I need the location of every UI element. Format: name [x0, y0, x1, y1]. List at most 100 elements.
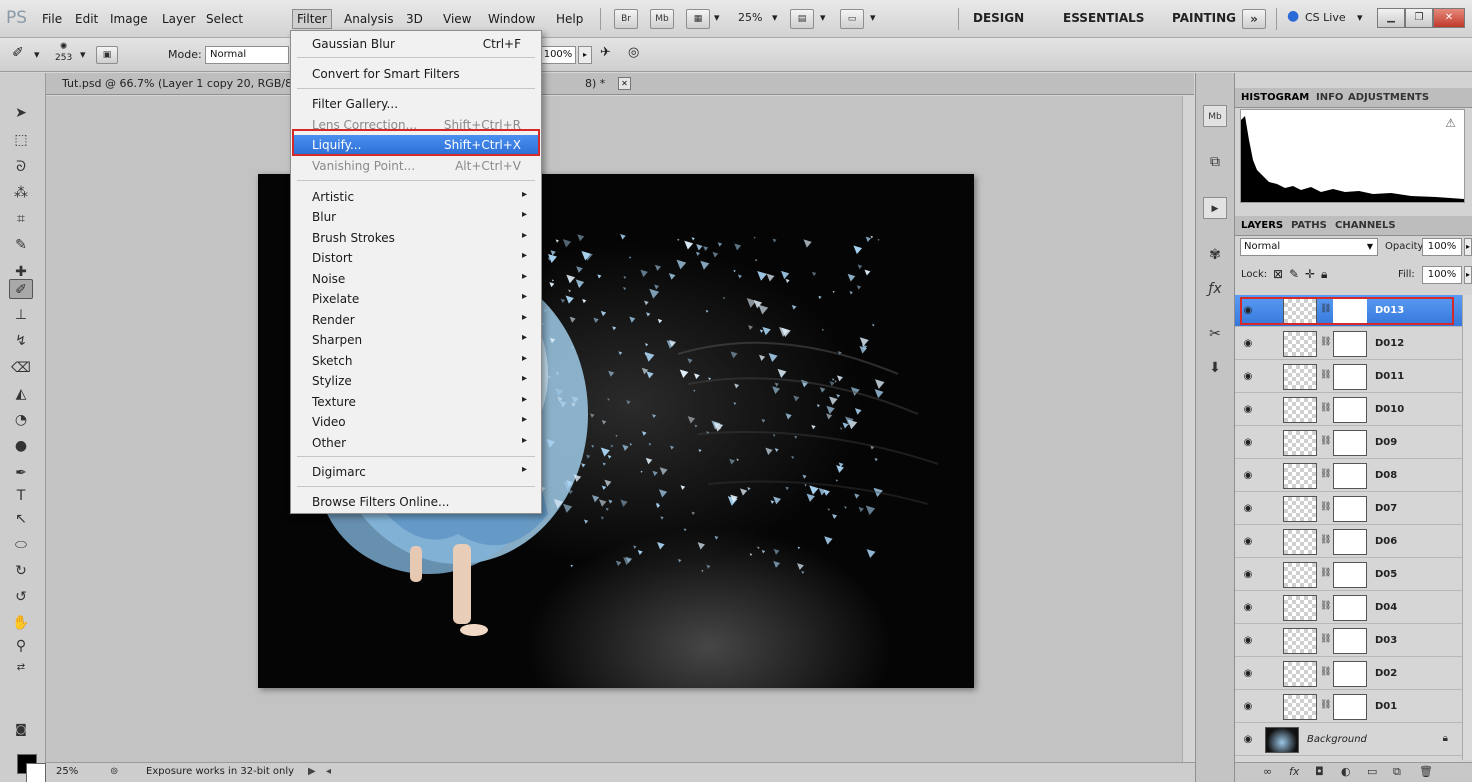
menu-item-filter-gallery[interactable]: Filter Gallery... — [293, 94, 539, 114]
workspace-essentials[interactable]: ESSENTIALS — [1063, 11, 1144, 25]
chain-link-icon[interactable]: ⛓ — [1320, 700, 1331, 710]
crop-tool-icon[interactable]: ⌗ — [9, 209, 33, 229]
adjustment-layer-icon[interactable]: ◐ — [1341, 765, 1351, 778]
layer-mask-thumbnail[interactable] — [1333, 661, 1367, 687]
swap-colors-icon[interactable]: ⇄ — [9, 658, 33, 678]
new-layer-icon[interactable]: ⧉ — [1393, 765, 1401, 779]
view-extras-dropdown-icon[interactable]: ▾ — [714, 11, 720, 24]
arrange-dropdown-icon[interactable]: ▾ — [820, 11, 826, 24]
layer-mask-thumbnail[interactable] — [1333, 463, 1367, 489]
layer-row-d01[interactable]: ◉ ⛓ D01 — [1235, 691, 1462, 723]
restore-button[interactable]: ❐ — [1405, 8, 1433, 28]
eye-icon[interactable]: ◉ — [1241, 733, 1255, 747]
add-mask-icon[interactable]: ◘ — [1315, 765, 1324, 778]
eye-icon[interactable]: ◉ — [1241, 370, 1255, 384]
chain-link-icon[interactable]: ⛓ — [1320, 370, 1331, 380]
lock-image-icon[interactable]: ✎ — [1289, 267, 1299, 281]
pen-tool-icon[interactable]: ✒ — [9, 463, 33, 483]
layer-row-d05[interactable]: ◉ ⛓ D05 — [1235, 559, 1462, 591]
chain-link-icon[interactable]: ⛓ — [1320, 436, 1331, 446]
tab-channels[interactable]: CHANNELS — [1335, 220, 1396, 231]
layer-row-d07[interactable]: ◉ ⛓ D07 — [1235, 493, 1462, 525]
menu-item-video[interactable]: Video ▸ — [293, 412, 539, 432]
clone-source-panel-icon[interactable]: ⬇ — [1203, 357, 1227, 379]
layer-mask-thumbnail[interactable] — [1333, 529, 1367, 555]
menu-item-distort[interactable]: Distort ▸ — [293, 248, 539, 268]
tab-layers[interactable]: LAYERS — [1241, 220, 1283, 231]
eye-icon[interactable]: ◉ — [1241, 535, 1255, 549]
menu-item-texture[interactable]: Texture ▸ — [293, 392, 539, 412]
menu-file[interactable]: File — [38, 11, 66, 27]
marquee-tool-icon[interactable]: ⬚ — [9, 130, 33, 150]
brush-size-picker[interactable]: ✺ 253 — [55, 42, 72, 64]
cs-live-button[interactable]: CS Live — [1305, 11, 1346, 24]
layer-row-d012[interactable]: ◉ ⛓ D012 — [1235, 328, 1462, 360]
layer-row-background[interactable]: ◉ Background 🔒︎ — [1235, 724, 1462, 756]
opacity-field[interactable]: 100% — [1422, 238, 1462, 256]
menu-help[interactable]: Help — [552, 11, 587, 27]
eye-icon[interactable]: ◉ — [1241, 337, 1255, 351]
chain-link-icon[interactable]: ⛓ — [1320, 535, 1331, 545]
type-tool-icon[interactable]: T — [9, 486, 33, 506]
styles-panel-icon[interactable]: ƒx — [1203, 278, 1227, 300]
eye-icon[interactable]: ◉ — [1241, 403, 1255, 417]
layer-row-d011[interactable]: ◉ ⛓ D011 — [1235, 361, 1462, 393]
eye-icon[interactable]: ◉ — [1241, 568, 1255, 582]
layers-scrollbar[interactable] — [1462, 295, 1472, 760]
opacity-stepper[interactable]: ▸ — [1464, 238, 1472, 256]
tab-paths[interactable]: PATHS — [1291, 220, 1327, 231]
workspace-design[interactable]: DESIGN — [973, 11, 1024, 25]
status-zoom-field[interactable]: 25% — [56, 766, 78, 777]
layer-style-icon[interactable]: fx — [1289, 765, 1299, 778]
brush-tool-preset-icon[interactable]: ✐ — [12, 45, 24, 61]
menu-filter[interactable]: Filter — [292, 9, 332, 29]
layer-row-d06[interactable]: ◉ ⛓ D06 — [1235, 526, 1462, 558]
layer-mask-thumbnail[interactable] — [1333, 628, 1367, 654]
eye-icon[interactable]: ◉ — [1241, 601, 1255, 615]
document-close-icon[interactable]: ✕ — [618, 77, 631, 90]
delete-layer-icon[interactable]: 🗑︎ — [1419, 765, 1433, 778]
flow-field[interactable]: 100% — [540, 46, 576, 64]
tablet-pressure-icon[interactable]: ◎ — [628, 45, 639, 60]
chain-link-icon[interactable]: ⛓ — [1320, 601, 1331, 611]
move-tool-icon[interactable]: ➤ — [9, 103, 33, 123]
quick-mask-icon[interactable]: ◙ — [9, 719, 33, 739]
mode-select[interactable]: Normal — [205, 46, 289, 64]
layer-row-d010[interactable]: ◉ ⛓ D010 — [1235, 394, 1462, 426]
layer-row-d04[interactable]: ◉ ⛓ D04 — [1235, 592, 1462, 624]
menu-item-sharpen[interactable]: Sharpen ▸ — [293, 330, 539, 350]
close-window-button[interactable]: ✕ — [1433, 8, 1465, 28]
zoom-level-select[interactable]: 25% — [738, 11, 762, 24]
chain-link-icon[interactable]: ⛓ — [1320, 667, 1331, 677]
workspace-painting[interactable]: PAINTING — [1172, 11, 1236, 25]
menu-item-pixelate[interactable]: Pixelate ▸ — [293, 289, 539, 309]
layer-mask-thumbnail[interactable] — [1333, 364, 1367, 390]
flow-stepper-button[interactable]: ▸ — [578, 46, 592, 64]
tool-presets-panel-icon[interactable]: ✂ — [1203, 323, 1227, 345]
eye-icon[interactable]: ◉ — [1241, 667, 1255, 681]
history-brush-tool-icon[interactable]: ↯ — [9, 331, 33, 351]
quick-selection-tool-icon[interactable]: ⁂ — [9, 183, 33, 203]
document-tab[interactable]: Tut.psd @ 66.7% (Layer 1 copy 20, RGB/8 … — [46, 73, 1194, 95]
layer-row-d09[interactable]: ◉ ⛓ D09 — [1235, 427, 1462, 459]
menu-item-brush-strokes[interactable]: Brush Strokes ▸ — [293, 228, 539, 248]
menu-item-stylize[interactable]: Stylize ▸ — [293, 371, 539, 391]
new-group-icon[interactable]: ▭ — [1367, 765, 1377, 778]
menu-view[interactable]: View — [439, 11, 475, 27]
tab-info[interactable]: INFO — [1316, 92, 1343, 103]
hand-tool-icon[interactable]: ✋ — [9, 613, 33, 633]
tab-adjustments[interactable]: ADJUSTMENTS — [1348, 92, 1429, 103]
chain-link-icon[interactable]: ⛓ — [1320, 502, 1331, 512]
layer-mask-thumbnail[interactable] — [1333, 496, 1367, 522]
brush-picker-dropdown-icon[interactable]: ▾ — [80, 48, 86, 61]
lasso-tool-icon[interactable]: ᘐ — [9, 157, 33, 177]
chain-link-icon[interactable]: ⛓ — [1320, 634, 1331, 644]
menu-item-noise[interactable]: Noise ▸ — [293, 269, 539, 289]
menu-image[interactable]: Image — [106, 11, 152, 27]
menu-window[interactable]: Window — [484, 11, 539, 27]
paint-bucket-tool-icon[interactable]: ◭ — [9, 384, 33, 404]
layer-mask-thumbnail[interactable] — [1333, 430, 1367, 456]
dodge-tool-icon[interactable]: ● — [9, 436, 33, 456]
history-panel-icon[interactable]: ⧉ — [1203, 151, 1227, 173]
menu-item-blur[interactable]: Blur ▸ — [293, 207, 539, 227]
